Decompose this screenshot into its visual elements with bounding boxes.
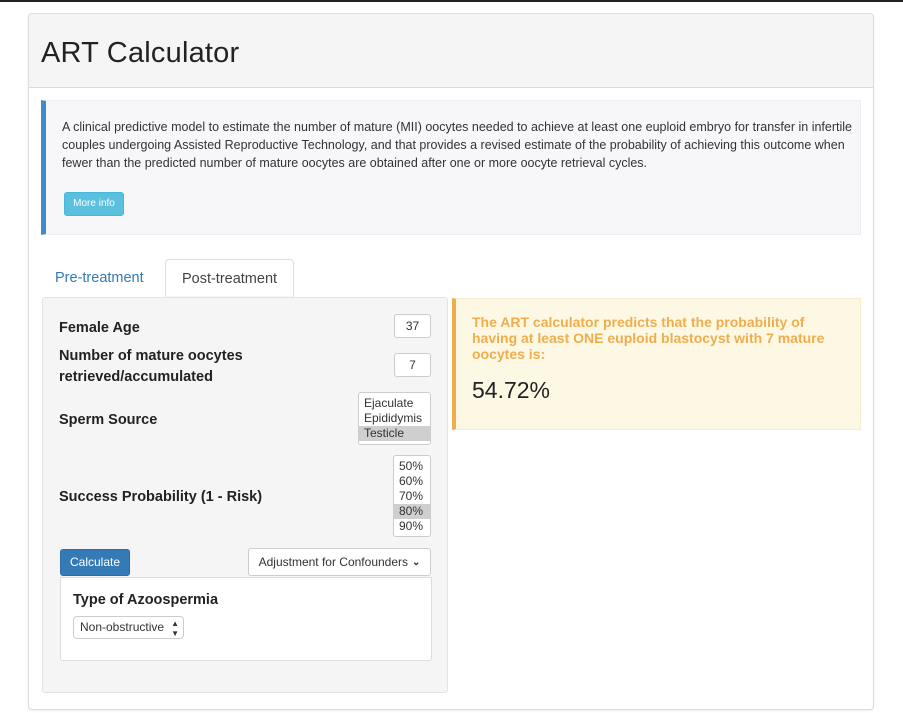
probability-option-90[interactable]: 90% — [394, 519, 430, 534]
panel-heading: ART Calculator — [29, 14, 873, 88]
result-box: The ART calculator predicts that the pro… — [452, 298, 861, 430]
more-info-button[interactable]: More info — [64, 192, 124, 216]
select-arrows-icon: ▲ ▼ — [171, 619, 179, 638]
azoospermia-type-select[interactable]: Non-obstructive ▲ ▼ — [73, 616, 184, 639]
sperm-source-option-epididymis[interactable]: Epididymis — [359, 411, 430, 426]
adjustment-label: Adjustment for Confounders — [258, 555, 409, 569]
mature-oocytes-label-line1: Number of mature oocytes — [59, 348, 243, 364]
success-probability-listbox[interactable]: 50% 60% 70% 80% 90% — [393, 455, 431, 537]
probability-option-80[interactable]: 80% — [394, 504, 430, 519]
mature-oocytes-label-line2: retrieved/accumulated — [59, 369, 213, 385]
tab-post-treatment[interactable]: Post-treatment — [165, 259, 294, 297]
page-title: ART Calculator — [41, 37, 240, 69]
post-treatment-form: Female Age 37 Number of mature oocytes r… — [42, 297, 448, 693]
confounders-panel: Type of Azoospermia Non-obstructive ▲ ▼ — [60, 577, 432, 661]
female-age-input[interactable]: 37 — [394, 314, 431, 338]
azoospermia-type-label: Type of Azoospermia — [73, 592, 219, 608]
description-box: A clinical predictive model to estimate … — [41, 100, 861, 235]
result-value: 54.72% — [472, 377, 551, 403]
chevron-down-icon: ⌄ — [412, 557, 421, 568]
probability-option-50[interactable]: 50% — [394, 459, 430, 474]
sperm-source-label: Sperm Source — [59, 412, 158, 428]
tab-pre-treatment[interactable]: Pre-treatment — [43, 259, 156, 297]
sperm-source-option-ejaculate[interactable]: Ejaculate — [359, 396, 430, 411]
top-border-line — [0, 0, 903, 2]
azoospermia-type-value: Non-obstructive — [80, 620, 165, 634]
sperm-source-option-testicle[interactable]: Testicle — [359, 426, 430, 441]
success-probability-label: Success Probability (1 - Risk) — [59, 489, 263, 505]
probability-option-70[interactable]: 70% — [394, 489, 430, 504]
result-text: The ART calculator predicts that the pro… — [472, 314, 825, 362]
female-age-label: Female Age — [59, 320, 140, 336]
probability-option-60[interactable]: 60% — [394, 474, 430, 489]
description-text: A clinical predictive model to estimate … — [62, 120, 852, 170]
sperm-source-listbox[interactable]: Ejaculate Epididymis Testicle — [358, 392, 431, 445]
calculate-button[interactable]: Calculate — [60, 549, 130, 576]
calculator-panel: ART Calculator A clinical predictive mod… — [28, 13, 874, 710]
mature-oocytes-input[interactable]: 7 — [394, 353, 431, 377]
adjustment-for-confounders-button[interactable]: Adjustment for Confounders ⌄ — [248, 548, 431, 576]
